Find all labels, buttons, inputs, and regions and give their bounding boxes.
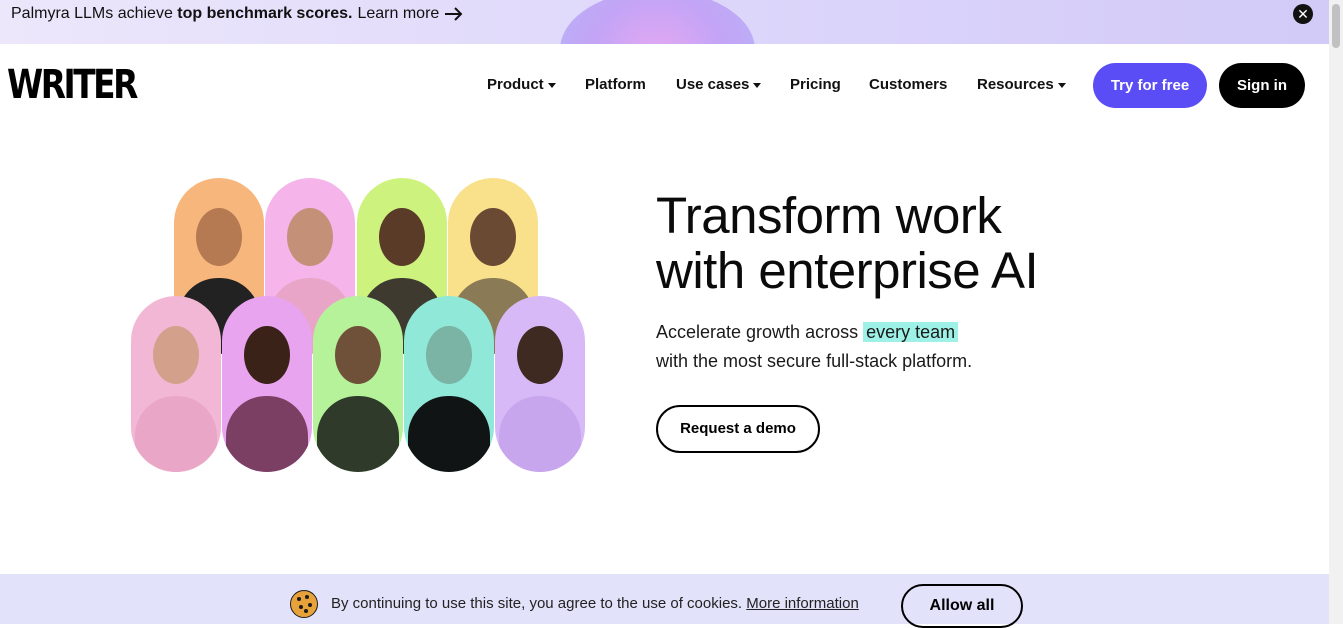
caret-down-icon (1057, 82, 1066, 88)
portrait-head (287, 208, 333, 266)
portrait-body (226, 396, 308, 472)
portrait-head (517, 326, 563, 384)
cookie-icon (290, 590, 318, 618)
portrait-head (379, 208, 425, 266)
close-icon[interactable]: ✕ (1293, 4, 1313, 24)
nav-use-cases-label: Use cases (676, 76, 750, 93)
hero-subtitle: Accelerate growth across every team with… (656, 318, 972, 376)
hero-headline-line1: Transform work (656, 187, 1002, 244)
nav-customers[interactable]: Customers (869, 76, 947, 93)
portrait (404, 296, 494, 472)
hero-subtitle-line2: with the most secure full-stack platform… (656, 351, 973, 371)
announcement-bar: Palmyra LLMs achieve top benchmark score… (0, 0, 1329, 44)
arrow-right-icon (445, 7, 463, 21)
cookie-text: By continuing to use this site, you agre… (331, 595, 859, 612)
portrait-body (408, 396, 490, 472)
nav-resources[interactable]: Resources (977, 76, 1066, 93)
cookie-banner: By continuing to use this site, you agre… (0, 574, 1329, 628)
scrollbar[interactable] (1329, 0, 1343, 624)
decorative-blob (560, 0, 755, 44)
nav-resources-label: Resources (977, 76, 1054, 93)
portrait-head (153, 326, 199, 384)
caret-down-icon (547, 82, 556, 88)
portrait-head (196, 208, 242, 266)
nav-product[interactable]: Product (487, 76, 556, 93)
portrait-head (335, 326, 381, 384)
nav-pricing[interactable]: Pricing (790, 76, 841, 93)
hero-subtitle-text: Accelerate growth across (656, 322, 864, 342)
cookie-message: By continuing to use this site, you agre… (331, 595, 747, 612)
scrollbar-thumb[interactable] (1332, 4, 1340, 48)
nav-platform-label: Platform (585, 76, 646, 93)
portrait (131, 296, 221, 472)
portrait-collage (130, 178, 590, 478)
caret-down-icon (753, 82, 762, 88)
portrait-body (317, 396, 399, 472)
more-information-link[interactable]: More information (746, 595, 859, 612)
hero-headline-line2: with enterprise AI (656, 242, 1039, 299)
portrait (222, 296, 312, 472)
announcement-link[interactable]: Learn more (357, 4, 439, 24)
nav-pricing-label: Pricing (790, 76, 841, 93)
portrait-head (426, 326, 472, 384)
request-demo-button[interactable]: Request a demo (656, 405, 820, 453)
writer-logo[interactable]: WRITER (7, 62, 138, 108)
portrait-body (499, 396, 581, 472)
nav-use-cases[interactable]: Use cases (676, 76, 762, 93)
hero-subtitle-highlight: every team (863, 322, 959, 342)
nav-customers-label: Customers (869, 76, 948, 93)
announcement-text: Palmyra LLMs achieve top benchmark score… (11, 5, 353, 22)
allow-all-button[interactable]: Allow all (901, 584, 1023, 628)
portrait-head (244, 326, 290, 384)
try-for-free-button[interactable]: Try for free (1093, 63, 1207, 108)
sign-in-button[interactable]: Sign in (1219, 63, 1305, 108)
portrait (495, 296, 585, 472)
portrait (313, 296, 403, 472)
hero-headline: Transform work with enterprise AI (656, 187, 1039, 299)
nav-product-label: Product (487, 76, 544, 93)
portrait-body (135, 396, 217, 472)
nav-platform[interactable]: Platform (585, 76, 646, 93)
portrait-head (470, 208, 516, 266)
announcement-message[interactable]: Palmyra LLMs achieve top benchmark score… (11, 4, 464, 24)
